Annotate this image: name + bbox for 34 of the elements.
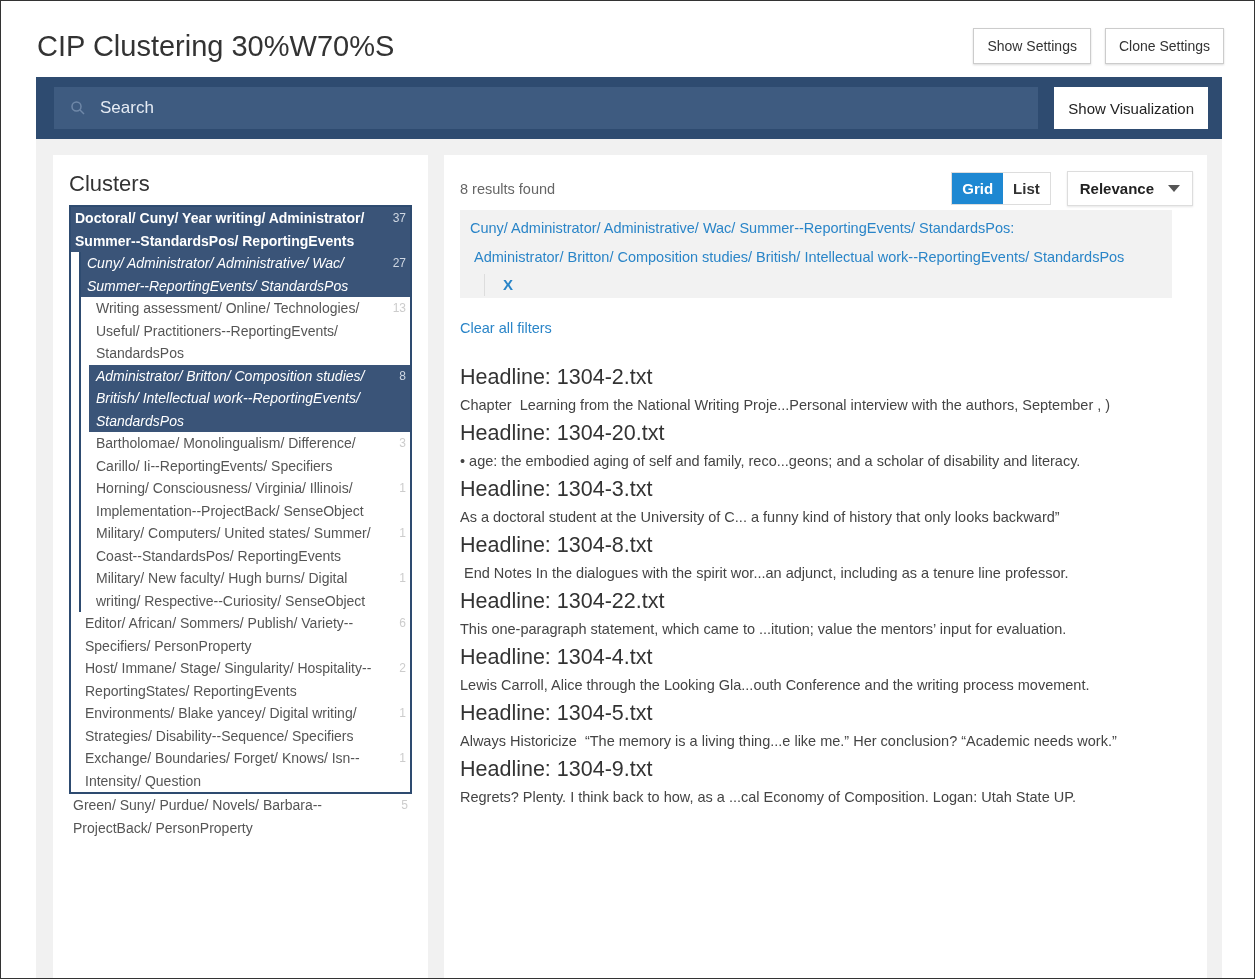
remove-filter-link[interactable]: X xyxy=(484,274,513,296)
result-snippet: Regrets? Plenty. I think back to how, as a ...cal Economy of Composition. Logan: Utah State UP. xyxy=(460,788,1078,807)
search-field[interactable]: Search xyxy=(54,87,1039,129)
result-snippet: As a doctoral student at the University of C... a funny kind of history that only looks backward” xyxy=(460,508,1061,527)
show-visualization-button[interactable]: Show Visualization xyxy=(1054,87,1208,129)
result-snippet: End Notes In the dialogues with the spirit wor...an adjunct, including as a tenure line professor. xyxy=(463,564,1070,583)
result-snippet: Chapter Learning from the National Writing Proje...Personal interview with the authors, September , ) xyxy=(460,396,1112,415)
filter-link[interactable]: Cuny/ Administrator/ Administrative/ Wac/ Summer--ReportingEvents/ StandardsPos: xyxy=(470,218,1015,239)
result-headline[interactable]: Headline: 1304-20.txt xyxy=(460,419,1193,447)
result-headline[interactable]: Headline: 1304-3.txt xyxy=(460,475,1193,503)
result-headline[interactable]: Headline: 1304-9.txt xyxy=(460,755,1193,783)
page-title: CIP Clustering 30%W70%S xyxy=(37,29,395,63)
clear-filters-link[interactable]: Clear all filters xyxy=(460,320,552,336)
caret-icon xyxy=(1168,185,1180,192)
result-snippet: Lewis Carroll, Alice through the Looking Gla...outh Conference and the writing process movement. xyxy=(460,676,1091,695)
result-headline[interactable]: Headline: 1304-8.txt xyxy=(460,531,1193,559)
result-snippet: • age: the embodied aging of self and family, reco...geons; and a scholar of disability and literacy. xyxy=(460,452,1082,471)
view-tab[interactable]: Grid xyxy=(952,173,1004,204)
result-snippet: Always Historicize “The memory is a living thing...e like me.” Her conclusion? “Academic needs work.” xyxy=(460,732,1118,751)
search-icon xyxy=(70,100,86,116)
result-snippet: This one-paragraph statement, which came to ...itution; value the mentors’ input for evaluation. xyxy=(460,620,1068,639)
cluster-item[interactable]: Cuny/ Administrator/ Administrative/ Wac/ Summer--ReportingEvents/ StandardsPos 27 xyxy=(81,252,410,297)
results-count: 8 results found xyxy=(460,180,557,197)
result-headline[interactable]: Headline: 1304-22.txt xyxy=(460,587,1193,615)
sort-dropdown[interactable]: Relevance xyxy=(1066,171,1193,206)
result-headline[interactable]: Headline: 1304-4.txt xyxy=(460,643,1193,671)
clusters-heading: Clusters xyxy=(69,171,151,197)
result-headline[interactable]: Headline: 1304-5.txt xyxy=(460,699,1193,727)
header-button[interactable]: Clone Settings xyxy=(1104,28,1224,64)
cluster-item[interactable]: Administrator/ Britton/ Composition studies/ British/ Intellectual work--ReportingEvents/ StandardsPos 8 xyxy=(89,364,410,432)
filter-link[interactable]: Administrator/ Britton/ Composition studies/ British/ Intellectual work--ReportingEvents/ StandardsPos xyxy=(474,247,1125,268)
result-headline[interactable]: Headline: 1304-2.txt xyxy=(460,363,1193,391)
header-button[interactable]: Show Settings xyxy=(973,28,1091,64)
cluster-item[interactable]: Doctoral/ Cuny/ Year writing/ Administrator/ Summer--StandardsPos/ ReportingEvents 37 xyxy=(71,207,410,252)
